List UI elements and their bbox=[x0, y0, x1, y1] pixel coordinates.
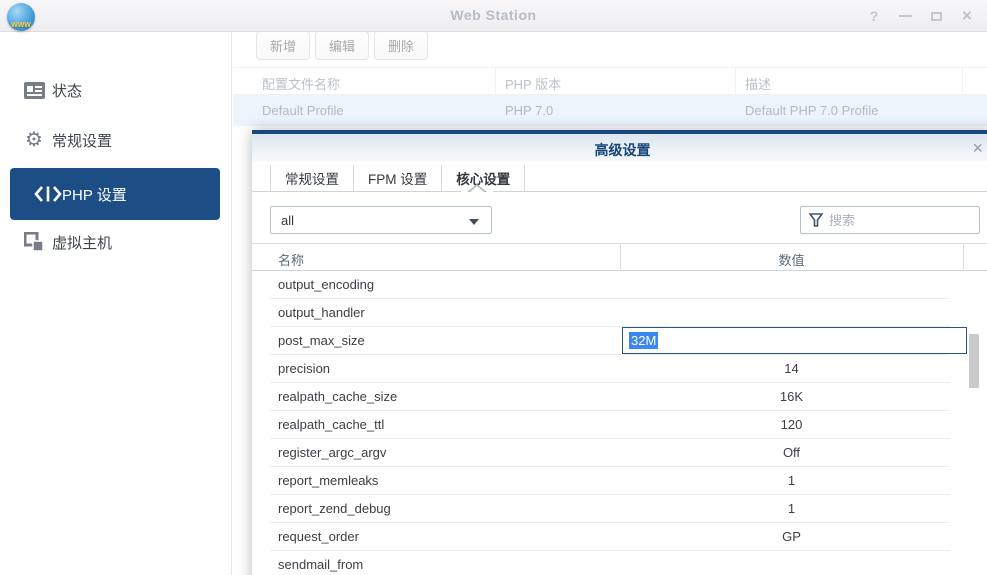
app-icon-label: WWW bbox=[11, 22, 31, 29]
settings-rows: output_encoding output_handler post_max_… bbox=[270, 271, 950, 575]
setting-name: request_order bbox=[278, 529, 359, 544]
setting-row[interactable]: realpath_cache_size 16K bbox=[270, 383, 950, 411]
setting-row[interactable]: register_argc_argv Off bbox=[270, 439, 950, 467]
sidebar-item-virtual-host[interactable]: 虚拟主机 bbox=[0, 224, 232, 260]
column-header-value[interactable]: 数值 bbox=[620, 250, 963, 269]
setting-name: sendmail_from bbox=[278, 557, 364, 572]
setting-row[interactable]: realpath_cache_ttl 120 bbox=[270, 411, 950, 439]
setting-row[interactable]: report_zend_debug 1 bbox=[270, 495, 950, 523]
setting-value: 120 bbox=[780, 417, 803, 432]
setting-name: post_max_size bbox=[278, 333, 365, 348]
help-icon[interactable]: ? bbox=[866, 8, 882, 24]
setting-name: precision bbox=[278, 361, 331, 376]
dialog-header: 高级设置 × bbox=[252, 134, 987, 162]
setting-row[interactable]: report_memleaks 1 bbox=[270, 467, 950, 495]
setting-name: realpath_cache_size bbox=[278, 389, 398, 404]
filter-dropdown-value: all bbox=[281, 213, 295, 228]
setting-value: 14 bbox=[784, 361, 799, 376]
column-divider bbox=[963, 243, 964, 271]
setting-value: Off bbox=[782, 445, 801, 460]
setting-value: 16K bbox=[779, 389, 804, 404]
sidebar-item-label: 常规设置 bbox=[52, 132, 113, 150]
setting-name: output_handler bbox=[278, 305, 365, 320]
setting-name: realpath_cache_ttl bbox=[278, 417, 385, 432]
code-icon bbox=[34, 185, 62, 203]
sidebar-item-general-settings[interactable]: ⚙ 常规设置 bbox=[0, 122, 232, 158]
setting-name: output_encoding bbox=[278, 277, 375, 292]
search-input[interactable] bbox=[829, 212, 979, 228]
sidebar-item-label: 虚拟主机 bbox=[52, 234, 113, 252]
setting-name: report_zend_debug bbox=[278, 501, 391, 516]
minimize-icon[interactable] bbox=[897, 8, 913, 24]
search-box bbox=[800, 206, 980, 234]
window-title: Web Station bbox=[450, 7, 537, 23]
sidebar: 状态 ⚙ 常规设置 PHP 设置 虚拟主机 bbox=[0, 32, 232, 575]
chevron-down-icon bbox=[469, 219, 479, 225]
column-header-name[interactable]: 名称 bbox=[278, 250, 304, 269]
setting-value: 1 bbox=[787, 501, 796, 516]
close-icon[interactable]: × bbox=[959, 6, 975, 25]
scrollbar-thumb[interactable] bbox=[969, 334, 979, 388]
maximize-icon[interactable] bbox=[928, 8, 944, 24]
filter-dropdown[interactable]: all bbox=[270, 206, 492, 234]
setting-value: 1 bbox=[787, 473, 796, 488]
sidebar-item-status[interactable]: 状态 bbox=[0, 72, 232, 108]
dialog-title: 高级设置 bbox=[594, 142, 651, 158]
setting-name: report_memleaks bbox=[278, 473, 379, 488]
setting-row[interactable]: sendmail_from bbox=[270, 551, 950, 575]
sidebar-item-label: 状态 bbox=[52, 82, 83, 100]
column-divider bbox=[620, 243, 621, 271]
tab-fpm-settings[interactable]: FPM 设置 bbox=[353, 165, 441, 191]
dialog-close-icon[interactable]: × bbox=[972, 138, 983, 159]
gear-icon: ⚙ bbox=[25, 129, 43, 151]
sidebar-item-php-settings[interactable]: PHP 设置 bbox=[10, 168, 220, 220]
setting-value: GP bbox=[782, 529, 801, 544]
status-card-icon bbox=[22, 78, 46, 102]
setting-row[interactable]: request_order GP bbox=[270, 523, 950, 551]
window-controls: ? × bbox=[866, 0, 975, 32]
advanced-settings-dialog: 高级设置 × 常规设置 FPM 设置 核心设置 all 名称 数值 out bbox=[252, 130, 987, 575]
setting-row[interactable]: output_encoding bbox=[270, 271, 950, 299]
virtual-host-icon bbox=[22, 230, 46, 254]
title-bar: WWW Web Station ? × bbox=[0, 0, 987, 32]
tab-underline bbox=[252, 191, 987, 192]
selected-text: 32M bbox=[629, 332, 659, 349]
tab-general-settings[interactable]: 常规设置 bbox=[270, 165, 353, 191]
web-station-window: WWW Web Station ? × 状态 ⚙ 常规设置 PHP 设置 虚拟主… bbox=[0, 0, 987, 575]
sidebar-item-label: PHP 设置 bbox=[62, 186, 127, 204]
filter-funnel-icon bbox=[809, 213, 823, 227]
setting-name: register_argc_argv bbox=[278, 445, 387, 460]
post-max-size-input[interactable]: 32M bbox=[622, 327, 967, 354]
setting-row[interactable]: precision 14 bbox=[270, 355, 950, 383]
setting-row[interactable]: output_handler bbox=[270, 299, 950, 327]
